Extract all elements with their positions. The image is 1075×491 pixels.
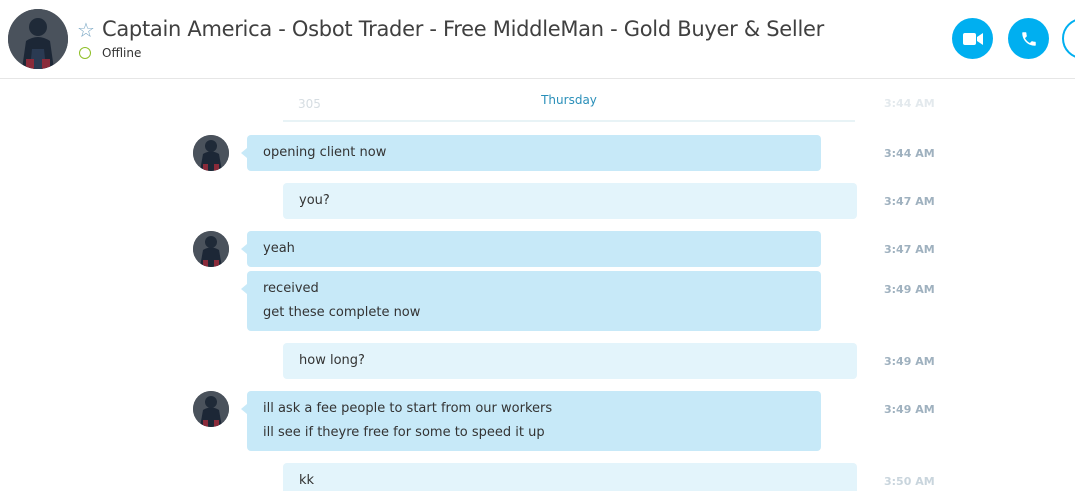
presence-status: Offline	[102, 46, 142, 60]
contact-title: Captain America - Osbot Trader - Free Mi…	[102, 17, 824, 41]
day-label: Thursday	[541, 93, 597, 107]
faded-previous-time: 3:44 AM	[884, 97, 935, 110]
message-bubble-incoming[interactable]: ill ask a fee people to start from our w…	[241, 391, 821, 451]
message-time: 3:49 AM	[884, 355, 935, 368]
sender-avatar[interactable]	[193, 231, 229, 267]
message-time: 3:47 AM	[884, 195, 935, 208]
conversation-header: ☆ Captain America - Osbot Trader - Free …	[0, 0, 1075, 79]
message-text: you?	[299, 193, 330, 208]
message-text: opening client now	[263, 145, 387, 160]
message-text: kk	[299, 473, 315, 488]
message-text: received	[263, 281, 319, 296]
phone-icon	[1021, 31, 1036, 46]
day-separator: 305 Thursday	[283, 80, 855, 122]
message-bubble-incoming[interactable]: yeah	[241, 231, 821, 267]
message-time: 3:47 AM	[884, 243, 935, 256]
message-time: 3:44 AM	[884, 147, 935, 160]
message-list[interactable]: 305 Thursday 3:44 AM opening client now …	[0, 80, 1075, 491]
contact-avatar[interactable]	[8, 9, 68, 69]
message-time: 3:49 AM	[884, 283, 935, 296]
message-text: yeah	[263, 241, 295, 256]
message-bubble-incoming[interactable]: received get these complete now	[241, 271, 821, 331]
sender-avatar[interactable]	[193, 135, 229, 171]
add-people-button[interactable]	[1062, 18, 1075, 59]
message-bubble-outgoing[interactable]: you?	[283, 183, 857, 219]
message-text: ill ask a fee people to start from our w…	[263, 401, 553, 416]
message-bubble-incoming[interactable]: opening client now	[241, 135, 821, 171]
message-time: 3:49 AM	[884, 403, 935, 416]
video-camera-icon	[962, 32, 983, 45]
audio-call-button[interactable]	[1008, 18, 1049, 59]
favorite-star-icon[interactable]: ☆	[77, 18, 95, 42]
message-text: how long?	[299, 353, 365, 368]
message-bubble-outgoing[interactable]: kk	[283, 463, 857, 491]
message-bubble-outgoing[interactable]: how long?	[283, 343, 857, 379]
status-offline-icon	[79, 47, 91, 59]
sender-avatar[interactable]	[193, 391, 229, 427]
message-time: 3:50 AM	[884, 475, 935, 488]
message-text: ill see if theyre free for some to speed…	[263, 425, 545, 440]
video-call-button[interactable]	[952, 18, 993, 59]
message-text: get these complete now	[263, 305, 421, 320]
